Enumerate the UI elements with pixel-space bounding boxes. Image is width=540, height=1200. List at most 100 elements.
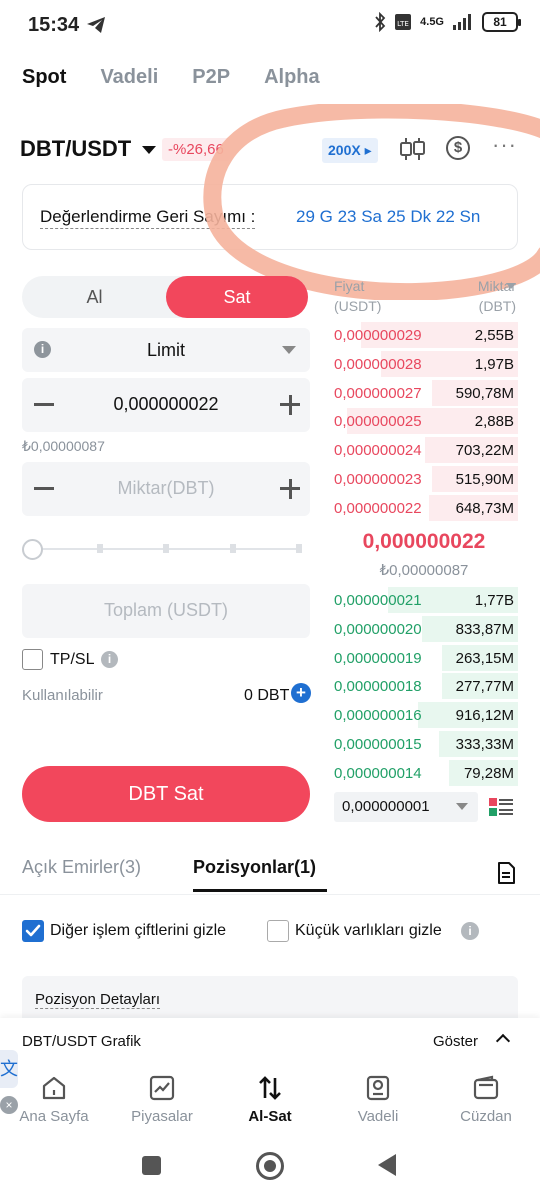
buy-tab[interactable]: Al xyxy=(22,276,167,318)
slider-tick[interactable] xyxy=(163,544,169,553)
position-details-title[interactable]: Pozisyon Detayları xyxy=(35,991,161,1009)
sell-button[interactable]: DBT Sat xyxy=(22,766,310,822)
info-icon[interactable]: i xyxy=(461,922,479,940)
caret-down-icon[interactable] xyxy=(142,146,156,154)
last-price[interactable]: 0,000000022 xyxy=(330,530,518,554)
price-value[interactable]: 0,000000022 xyxy=(22,394,310,415)
translate-icon[interactable]: 文 xyxy=(0,1050,18,1088)
order-price[interactable]: 0,000000016 xyxy=(334,707,422,724)
price-input[interactable]: 0,000000022 xyxy=(22,378,310,432)
order-amount[interactable]: 648,73M xyxy=(456,500,514,517)
ask-row[interactable]: 0,000000027 590,78M xyxy=(330,379,518,406)
recent-apps-button[interactable] xyxy=(142,1156,161,1175)
bid-row[interactable]: 0,000000014 79,28M xyxy=(330,759,518,786)
back-button[interactable] xyxy=(378,1154,396,1176)
bid-row[interactable]: 0,000000018 277,77M xyxy=(330,673,518,700)
order-price[interactable]: 0,000000014 xyxy=(334,765,422,782)
chevron-up-icon[interactable] xyxy=(495,1033,511,1049)
order-amount[interactable]: 833,87M xyxy=(456,621,514,638)
order-price[interactable]: 0,000000022 xyxy=(334,500,422,517)
order-price[interactable]: 0,000000028 xyxy=(334,356,422,373)
order-price[interactable]: 0,000000027 xyxy=(334,385,422,402)
tpsl-checkbox[interactable] xyxy=(22,649,43,670)
order-amount[interactable]: 2,88B xyxy=(475,413,514,430)
order-price[interactable]: 0,000000018 xyxy=(334,678,422,695)
orderbook-price-header: Fiyat (USDT) xyxy=(334,276,381,316)
tab-vadeli[interactable]: Vadeli xyxy=(100,66,158,89)
plus-icon[interactable] xyxy=(289,395,292,415)
caret-down-icon[interactable] xyxy=(506,283,516,289)
amount-placeholder[interactable]: Miktar(DBT) xyxy=(22,478,310,499)
hide-small-assets-checkbox[interactable] xyxy=(267,920,289,942)
hide-small-assets-label[interactable]: Küçük varlıkları gizle xyxy=(295,922,442,940)
candlestick-chart-icon[interactable] xyxy=(398,136,426,162)
order-price[interactable]: 0,000000024 xyxy=(334,442,422,459)
total-input[interactable]: Toplam (USDT) xyxy=(22,584,310,638)
pair-selector[interactable]: DBT/USDT xyxy=(20,136,131,162)
nav-wallet[interactable]: Cüzdan xyxy=(432,1074,540,1125)
order-price[interactable]: 0,000000023 xyxy=(334,471,422,488)
orderbook-view-icon[interactable] xyxy=(488,796,514,818)
order-amount[interactable]: 277,77M xyxy=(456,678,514,695)
order-amount[interactable]: 515,90M xyxy=(456,471,514,488)
nav-trade[interactable]: Al-Sat xyxy=(216,1074,324,1125)
leverage-badge[interactable]: 200X ▸ xyxy=(322,138,378,163)
tab-positions[interactable]: Pozisyonlar(1) xyxy=(193,857,316,878)
order-amount[interactable]: 590,78M xyxy=(456,385,514,402)
order-amount[interactable]: 263,15M xyxy=(456,650,514,667)
order-price[interactable]: 0,000000015 xyxy=(334,736,422,753)
price-precision-select[interactable]: 0,000000001 xyxy=(334,792,478,822)
bid-row[interactable]: 0,000000016 916,12M xyxy=(330,702,518,729)
tab-open-orders[interactable]: Açık Emirler(3) xyxy=(22,857,141,878)
order-amount[interactable]: 703,22M xyxy=(456,442,514,459)
bid-row[interactable]: 0,000000015 333,33M xyxy=(330,731,518,757)
amount-input[interactable]: Miktar(DBT) xyxy=(22,462,310,516)
ask-row[interactable]: 0,000000029 2,55B xyxy=(330,322,518,348)
nav-markets[interactable]: Piyasalar xyxy=(108,1074,216,1125)
bid-row[interactable]: 0,000000021 1,77B xyxy=(330,587,518,613)
order-amount[interactable]: 79,28M xyxy=(464,765,514,782)
order-amount[interactable]: 1,97B xyxy=(475,356,514,373)
slider-tick[interactable] xyxy=(296,544,302,553)
ask-row[interactable]: 0,000000024 703,22M xyxy=(330,437,518,464)
bid-row[interactable]: 0,000000020 833,87M xyxy=(330,615,518,642)
chart-show-button[interactable]: Göster xyxy=(433,1033,478,1050)
order-price[interactable]: 0,000000019 xyxy=(334,650,422,667)
hide-other-pairs-label[interactable]: Diğer işlem çiftlerini gizle xyxy=(50,922,226,940)
order-amount[interactable]: 1,77B xyxy=(475,592,514,609)
orderbook-amount-header[interactable]: Miktar (DBT) xyxy=(478,276,516,316)
ask-row[interactable]: 0,000000025 2,88B xyxy=(330,408,518,435)
order-amount[interactable]: 2,55B xyxy=(475,327,514,344)
close-icon[interactable]: × xyxy=(0,1096,18,1114)
add-funds-icon[interactable]: + xyxy=(291,683,311,703)
total-placeholder[interactable]: Toplam (USDT) xyxy=(22,600,310,621)
ask-row[interactable]: 0,000000023 515,90M xyxy=(330,466,518,492)
order-price[interactable]: 0,000000021 xyxy=(334,592,422,609)
order-price[interactable]: 0,000000025 xyxy=(334,413,422,430)
info-icon[interactable]: i xyxy=(101,651,118,668)
chart-toggle-bar[interactable]: DBT/USDT Grafik Göster xyxy=(0,1018,540,1066)
ask-row[interactable]: 0,000000022 648,73M xyxy=(330,494,518,521)
tab-p2p[interactable]: P2P xyxy=(192,66,230,89)
bid-row[interactable]: 0,000000019 263,15M xyxy=(330,644,518,671)
slider-tick[interactable] xyxy=(97,544,103,553)
order-type-select[interactable]: i Limit xyxy=(22,328,310,372)
slider-tick[interactable] xyxy=(230,544,236,553)
tab-spot[interactable]: Spot xyxy=(22,66,66,89)
document-icon[interactable] xyxy=(496,861,516,885)
order-amount[interactable]: 916,12M xyxy=(456,707,514,724)
tpsl-label[interactable]: TP/SL xyxy=(50,651,94,669)
sell-tab[interactable]: Sat xyxy=(166,276,308,318)
ask-row[interactable]: 0,000000028 1,97B xyxy=(330,350,518,377)
more-icon[interactable]: ··· xyxy=(492,132,517,158)
dollar-icon[interactable]: $ xyxy=(446,136,470,160)
home-button[interactable] xyxy=(256,1152,284,1180)
order-amount[interactable]: 333,33M xyxy=(456,736,514,753)
plus-icon[interactable] xyxy=(289,479,292,499)
tab-alpha[interactable]: Alpha xyxy=(264,66,320,89)
hide-other-pairs-checkbox[interactable] xyxy=(22,920,44,942)
nav-futures[interactable]: Vadeli xyxy=(324,1074,432,1125)
amount-slider-thumb[interactable] xyxy=(22,539,43,560)
order-price[interactable]: 0,000000029 xyxy=(334,327,422,344)
order-price[interactable]: 0,000000020 xyxy=(334,621,422,638)
